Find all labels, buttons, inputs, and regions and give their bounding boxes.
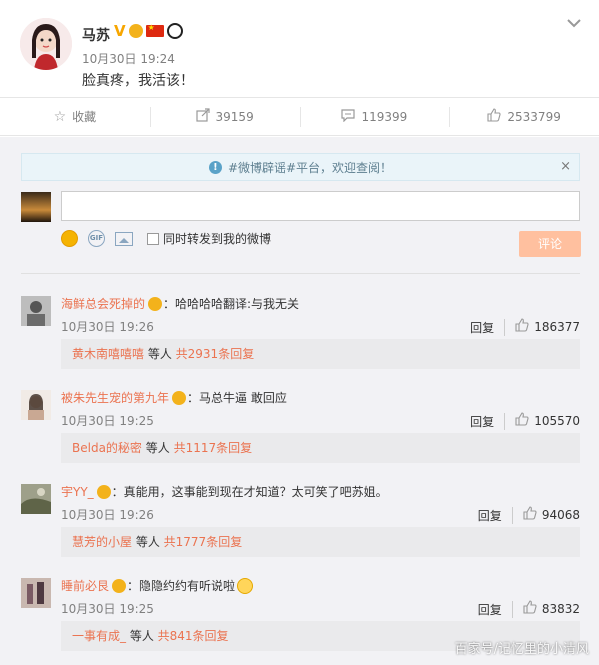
vip-crown-icon (112, 578, 127, 593)
commenter-avatar[interactable] (21, 390, 51, 420)
gif-icon[interactable]: GIF (88, 230, 105, 247)
info-icon: ! (208, 160, 222, 174)
comment-count: 119399 (361, 109, 408, 124)
my-avatar (21, 192, 51, 222)
reply-button[interactable]: 回复 (470, 412, 506, 430)
sub-reply-mid: 等人 (141, 441, 174, 455)
commenter-avatar[interactable] (21, 296, 51, 326)
sub-reply-user[interactable]: 慧芳的小屋 (72, 535, 132, 549)
favorite-button[interactable]: ☆ 收藏 (0, 98, 150, 135)
sub-reply-count[interactable]: 共1117条回复 (174, 441, 253, 455)
comment-time: 10月30日 19:26 (61, 508, 154, 522)
thumbs-up-icon[interactable] (515, 412, 529, 430)
submit-comment-button[interactable]: 评论 (519, 231, 581, 257)
sub-reply-count[interactable]: 共2931条回复 (176, 347, 255, 361)
reply-button[interactable]: 回复 (478, 506, 513, 524)
panda-icon (166, 23, 183, 39)
post-action-bar: ☆ 收藏 39159 119399 2533799 (0, 98, 599, 136)
sub-reply-user[interactable]: 黄木南嘻嘻嘻 (72, 347, 144, 361)
thumbs-up-icon[interactable] (523, 506, 537, 524)
comment-line: 被朱先生宠的第九年 ：马总牛逼 敢回应 (61, 389, 287, 406)
author-name[interactable]: 马苏 (82, 25, 110, 45)
thumbs-up-icon (487, 107, 501, 126)
sub-reply-summary[interactable]: Belda的秘密 等人 共1117条回复 (61, 433, 580, 463)
divider (21, 273, 580, 274)
post-time[interactable]: 10月30日 19:24 (82, 50, 175, 67)
vip-crown-icon (128, 24, 143, 38)
sub-reply-mid: 等人 (126, 629, 158, 643)
repost-icon (195, 107, 210, 126)
watermark-text: 百家号/记忆里的小清风 (454, 642, 589, 657)
comment-ops: 回复 94068 (478, 506, 580, 524)
repost-count: 39159 (215, 109, 254, 124)
thumbs-up-icon[interactable] (515, 318, 529, 336)
thumbs-up-icon[interactable] (523, 600, 537, 618)
author-badges: V (114, 23, 183, 39)
comment-item: 被朱先生宠的第九年 ：马总牛逼 敢回应 10月30日 19:25 回复 1055… (0, 384, 599, 478)
reply-button[interactable]: 回复 (470, 318, 506, 336)
comment-like-count: 94068 (541, 508, 580, 522)
close-icon[interactable]: × (560, 159, 571, 174)
commenter-avatar[interactable] (21, 578, 51, 608)
author-avatar[interactable] (20, 18, 72, 70)
vip-crown-icon (172, 390, 187, 405)
surprised-emoji-icon (237, 577, 254, 594)
repost-button[interactable]: 39159 (149, 98, 300, 135)
sync-repost-checkbox[interactable] (147, 232, 159, 245)
comment-item: 海鲜总会死掉的 ：哈哈哈哈翻译:与我无关 10月30日 19:26 回复 186… (0, 290, 599, 384)
comment-text: ：隐隐约约有听说啦 (127, 579, 236, 593)
like-button[interactable]: 2533799 (449, 98, 599, 135)
comment-line: 宇YY_ ：真能用，这事能到现在才知道？太可笑了吧苏姐。 (61, 483, 388, 500)
verified-icon: V (114, 22, 126, 40)
weibo-post: 马苏 V 10月30日 19:24 脸真疼，我活该！ (0, 0, 599, 98)
notice-text[interactable]: #微博辟谣#平台，欢迎查阅！ (228, 159, 392, 176)
commenter-name[interactable]: 宇YY_ (61, 483, 94, 500)
sub-reply-user[interactable]: Belda的秘密 (72, 441, 142, 455)
comment-text: ：马总牛逼 敢回应 (187, 391, 287, 405)
comment-item: 宇YY_ ：真能用，这事能到现在才知道？太可笑了吧苏姐。 10月30日 19:2… (0, 478, 599, 572)
compose-toolbar: GIF 同时转发到我的微博 (61, 230, 271, 247)
comment-time: 10月30日 19:25 (61, 602, 154, 616)
comment-ops: 回复 83832 (478, 600, 580, 618)
sync-repost-label[interactable]: 同时转发到我的微博 (163, 230, 271, 247)
star-icon: ☆ (53, 108, 67, 125)
post-text: 脸真疼，我活该！ (82, 73, 194, 89)
comment-button[interactable]: 119399 (299, 98, 450, 135)
reply-button[interactable]: 回复 (478, 600, 513, 618)
comment-text: ：哈哈哈哈翻译:与我无关 (163, 297, 300, 311)
comment-input[interactable] (61, 191, 580, 221)
commenter-name[interactable]: 海鲜总会死掉的 (61, 295, 145, 312)
comment-ops: 回复 105570 (470, 412, 580, 430)
comment-like-count: 186377 (534, 320, 580, 334)
sub-reply-mid: 等人 (132, 535, 164, 549)
sub-reply-summary[interactable]: 黄木南嘻嘻嘻 等人 共2931条回复 (61, 339, 580, 369)
vip-crown-icon (96, 484, 111, 499)
sub-reply-count[interactable]: 共1777条回复 (164, 535, 243, 549)
sub-reply-mid: 等人 (144, 347, 176, 361)
sub-reply-summary[interactable]: 慧芳的小屋 等人 共1777条回复 (61, 527, 580, 557)
comment-time: 10月30日 19:25 (61, 414, 154, 428)
emoji-icon[interactable] (61, 230, 78, 247)
comment-text: ：真能用，这事能到现在才知道？太可笑了吧苏姐。 (111, 485, 388, 499)
comment-ops: 回复 186377 (470, 318, 580, 336)
comment-like-count: 83832 (541, 602, 580, 616)
comment-icon (341, 108, 356, 126)
comment-like-count: 105570 (534, 414, 580, 428)
sub-reply-user[interactable]: 一事有成_ (72, 629, 126, 643)
rumor-notice-banner[interactable]: ! #微博辟谣#平台，欢迎查阅！ × (21, 153, 580, 181)
chevron-down-icon[interactable] (567, 16, 581, 32)
comment-line: 海鲜总会死掉的 ：哈哈哈哈翻译:与我无关 (61, 295, 299, 312)
commenter-name[interactable]: 被朱先生宠的第九年 (61, 389, 169, 406)
like-count: 2533799 (507, 109, 561, 124)
comment-line: 睡前必艮 ：隐隐约约有听说啦 (61, 577, 254, 594)
vip-crown-icon (148, 296, 163, 311)
favorite-label: 收藏 (72, 110, 97, 124)
commenter-name[interactable]: 睡前必艮 (61, 577, 109, 594)
comment-section: ! #微博辟谣#平台，欢迎查阅！ × GIF 同时转发到我的微博 评论 海鲜总会… (0, 137, 599, 665)
sub-reply-count[interactable]: 共841条回复 (158, 629, 229, 643)
china-flag-icon (145, 23, 164, 37)
comment-time: 10月30日 19:26 (61, 320, 154, 334)
image-icon[interactable] (115, 231, 133, 246)
commenter-avatar[interactable] (21, 484, 51, 514)
